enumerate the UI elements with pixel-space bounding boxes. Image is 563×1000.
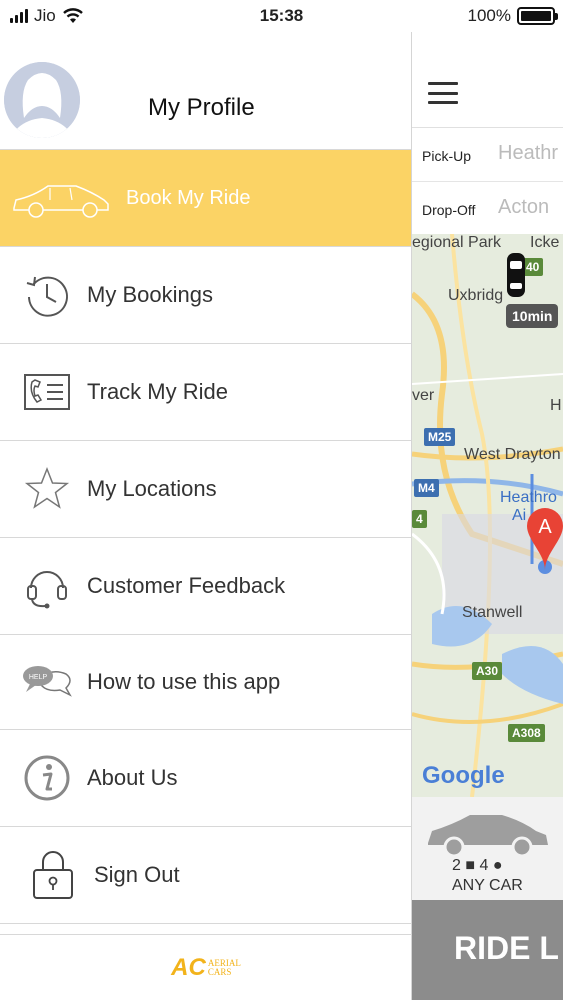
menu-track-my-ride[interactable]: Track My Ride xyxy=(0,344,411,441)
briefcase-icon: ■ xyxy=(465,857,476,874)
menu-how-to-use[interactable]: HELP How to use this app xyxy=(0,635,411,730)
menu-my-locations[interactable]: My Locations xyxy=(0,441,411,538)
pickup-field[interactable]: Pick-Up Heathr xyxy=(412,128,563,182)
status-right: 100% xyxy=(467,6,558,26)
drawer-footer: AC AERIAL CARS xyxy=(0,934,412,1000)
menu-label: About Us xyxy=(87,765,178,790)
logo-line2: CARS xyxy=(207,966,232,977)
lock-icon xyxy=(28,850,78,900)
battery-icon xyxy=(517,7,558,25)
hamburger-menu-icon[interactable] xyxy=(428,82,458,104)
menu-label: How to use this app xyxy=(87,669,281,694)
map-label: egional Park xyxy=(412,234,501,251)
person-icon: ● xyxy=(492,857,503,874)
dropoff-label: Drop-Off xyxy=(422,202,476,218)
avatar-silhouette-icon xyxy=(4,62,80,138)
side-drawer: My Profile Book My Ride My Bookings Trac… xyxy=(0,32,412,1000)
menu-label: Customer Feedback xyxy=(87,573,286,598)
map-label: Uxbridg xyxy=(448,287,504,304)
avatar[interactable] xyxy=(4,62,80,138)
battery-percent: 100% xyxy=(467,6,511,25)
menu-label: My Bookings xyxy=(87,282,213,307)
car-option-any[interactable]: 2 ■ 4 ● ANY CAR xyxy=(412,797,563,900)
aerial-cars-logo: AC AERIAL CARS xyxy=(171,954,241,982)
ride-button-label: RIDE L xyxy=(454,930,559,966)
map-label: Icke xyxy=(530,234,560,251)
pickup-label: Pick-Up xyxy=(422,148,472,164)
logo-text: AERIAL CARS xyxy=(207,958,241,977)
headset-icon xyxy=(22,561,72,611)
map-label: Ai xyxy=(512,507,527,524)
booking-screen: Pick-Up Heathr Drop-Off Acton egional Pa… xyxy=(412,32,563,1000)
map-label: West Drayton xyxy=(464,446,561,463)
google-logo: Google xyxy=(422,762,505,789)
map-label: H xyxy=(550,397,562,414)
seat-count: 2 xyxy=(452,857,461,874)
menu-my-bookings[interactable]: My Bookings xyxy=(0,247,411,344)
menu-about-us[interactable]: About Us xyxy=(0,730,411,827)
profile-title: My Profile xyxy=(148,94,255,121)
app-topbar xyxy=(412,32,563,128)
menu-customer-feedback[interactable]: Customer Feedback xyxy=(0,538,411,635)
map-label: Heathro xyxy=(500,489,557,506)
car-type-label: ANY CAR xyxy=(452,877,523,894)
ride-button[interactable]: RIDE L xyxy=(412,900,563,1000)
history-icon xyxy=(22,270,72,320)
info-icon xyxy=(22,753,72,803)
menu-sign-out[interactable]: Sign Out xyxy=(0,827,411,924)
star-icon xyxy=(22,464,72,514)
car-marker-icon xyxy=(507,253,525,297)
svg-text:HELP: HELP xyxy=(29,674,48,681)
menu-book-my-ride[interactable]: Book My Ride xyxy=(0,150,411,247)
logo-mark: AC xyxy=(171,953,206,981)
profile-header[interactable]: My Profile xyxy=(0,32,411,150)
pin-letter: A xyxy=(538,516,552,538)
location-pin-icon: A xyxy=(527,508,563,570)
help-chat-icon: HELP xyxy=(22,657,72,707)
road-tag: M4 xyxy=(414,479,439,497)
map-label: Stanwell xyxy=(462,604,523,621)
map-label: ver xyxy=(412,387,435,404)
dropoff-field[interactable]: Drop-Off Acton xyxy=(412,182,563,236)
pickup-value: Heathr xyxy=(498,142,559,164)
menu-label: Book My Ride xyxy=(126,186,251,209)
road-tag: A308 xyxy=(508,724,545,742)
menu-label: Sign Out xyxy=(94,862,180,887)
car-outline-icon xyxy=(10,173,112,223)
car-icon xyxy=(428,815,548,858)
road-tag: 4 xyxy=(412,510,427,528)
road-tag: M25 xyxy=(424,428,456,446)
map-view[interactable]: egional Park Icke Uxbridg ver H West Dra… xyxy=(412,234,563,797)
eta-badge: 10min xyxy=(506,304,559,328)
status-bar: Jio 15:38 100% xyxy=(0,0,563,32)
dropoff-value: Acton xyxy=(498,196,550,218)
car-capacity: 2 ■ 4 ● xyxy=(452,857,503,875)
road-tag: A30 xyxy=(472,662,503,680)
bag-count: 4 xyxy=(479,857,489,874)
menu-label: Track My Ride xyxy=(87,379,228,404)
menu-label: My Locations xyxy=(87,476,217,501)
contact-card-icon xyxy=(22,367,72,417)
